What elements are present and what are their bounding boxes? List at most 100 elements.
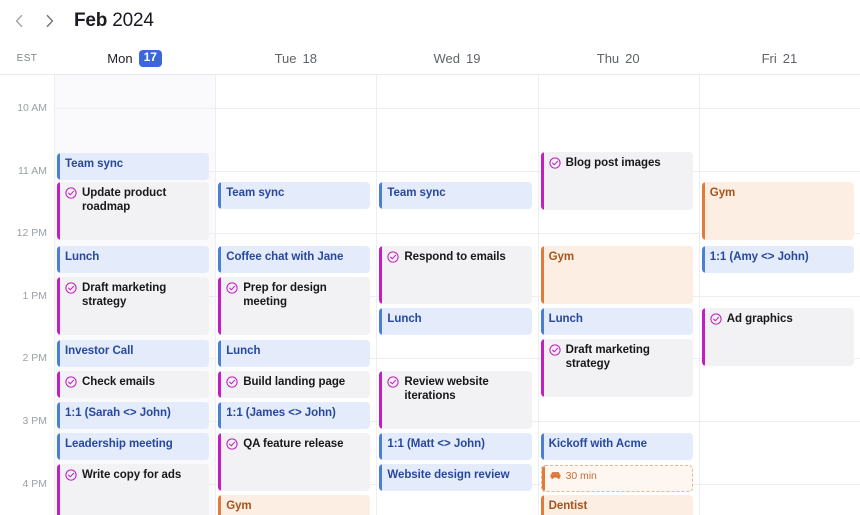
calendar-event[interactable]: Team sync xyxy=(218,182,371,209)
calendar-event[interactable]: Draft marketing strategy xyxy=(540,339,693,397)
event-accent-bar xyxy=(57,277,60,335)
calendar-event[interactable]: Prep for design meeting xyxy=(218,277,371,335)
event-accent-bar xyxy=(540,152,544,210)
task-complete-icon[interactable] xyxy=(226,438,238,450)
event-title: Leadership meeting xyxy=(65,438,173,450)
calendar-event[interactable]: 1:1 (James <> John) xyxy=(218,402,371,429)
calendar-event[interactable]: Lunch xyxy=(379,308,532,335)
chevron-left-icon xyxy=(15,14,22,28)
event-title: 30 min xyxy=(565,470,597,482)
hour-gridline xyxy=(54,108,860,109)
task-complete-icon[interactable] xyxy=(226,282,238,294)
hour-label: 11 AM xyxy=(18,164,47,177)
calendar-event[interactable]: Ad graphics xyxy=(701,308,854,366)
calendar-event[interactable]: Team sync xyxy=(57,153,210,180)
event-title: Build landing page xyxy=(243,376,346,388)
event-accent-bar xyxy=(57,246,60,273)
event-title: Lunch xyxy=(65,251,100,263)
task-complete-icon[interactable] xyxy=(548,344,561,356)
event-title: Team sync xyxy=(65,158,124,170)
event-accent-bar xyxy=(379,371,383,429)
event-accent-bar xyxy=(379,182,383,209)
event-accent-bar xyxy=(379,308,383,335)
calendar-event[interactable]: Kickoff with Acme xyxy=(540,433,693,460)
column-gridline xyxy=(376,75,378,515)
event-title: Lunch xyxy=(548,313,583,325)
event-title: Draft marketing strategy xyxy=(82,282,167,308)
day-number: 21 xyxy=(782,51,798,66)
event-accent-bar xyxy=(57,433,60,460)
calendar-event[interactable]: 1:1 (Matt <> John) xyxy=(379,433,532,460)
time-gutter: 10 AM 11 AM 12 PM 1 PM 2 PM 3 PM 4 PM xyxy=(0,75,54,515)
calendar-event[interactable]: Team sync xyxy=(379,182,532,209)
event-title: Kickoff with Acme xyxy=(548,438,647,450)
event-accent-bar xyxy=(701,308,705,366)
calendar-event[interactable]: Check emails xyxy=(57,371,210,398)
calendar-event[interactable]: Investor Call xyxy=(57,340,210,367)
event-title: Review website iterations xyxy=(404,376,489,402)
calendar-event[interactable]: Gym xyxy=(218,495,371,515)
event-title: Ad graphics xyxy=(726,313,793,325)
calendar-event[interactable]: Build landing page xyxy=(218,371,371,398)
day-name: Thu xyxy=(596,51,620,66)
calendar-event[interactable]: Review website iterations xyxy=(379,371,532,429)
calendar-event[interactable]: Lunch xyxy=(218,340,371,367)
task-complete-icon[interactable] xyxy=(226,376,238,388)
calendar-event[interactable]: Leadership meeting xyxy=(57,433,210,460)
event-title: 1:1 (Matt <> John) xyxy=(387,438,485,450)
calendar-event[interactable]: Gym xyxy=(701,182,854,240)
next-period-button[interactable] xyxy=(38,10,60,32)
day-header-tue[interactable]: Tue 18 xyxy=(215,42,376,75)
calendar-event[interactable]: Gym xyxy=(540,246,693,304)
event-title: Prep for design meeting xyxy=(243,282,327,308)
event-title: Blog post images xyxy=(565,157,661,169)
event-title: Coffee chat with Jane xyxy=(226,251,344,263)
event-title: Write copy for ads xyxy=(82,469,182,481)
hour-label: 10 AM xyxy=(17,102,47,114)
calendar-event[interactable]: Dentist xyxy=(540,495,693,515)
event-accent-bar xyxy=(218,495,222,515)
event-accent-bar xyxy=(540,495,544,515)
calendar-event[interactable]: Lunch xyxy=(540,308,693,335)
event-title: 1:1 (Amy <> John) xyxy=(709,251,809,263)
task-complete-icon[interactable] xyxy=(65,469,77,481)
event-title: QA feature release xyxy=(243,438,344,450)
day-header-wed[interactable]: Wed 19 xyxy=(376,42,537,75)
task-complete-icon[interactable] xyxy=(65,282,77,294)
day-header-fri[interactable]: Fri 21 xyxy=(699,42,860,75)
event-accent-bar xyxy=(540,308,544,335)
previous-period-button[interactable] xyxy=(8,10,30,32)
calendar-event[interactable]: Blog post images xyxy=(540,152,693,210)
calendar-event[interactable]: Respond to emails xyxy=(379,246,532,304)
calendar-event[interactable]: Draft marketing strategy xyxy=(57,277,210,335)
day-number: 18 xyxy=(302,51,317,66)
calendar-event[interactable]: 30 min xyxy=(540,465,693,492)
event-accent-bar xyxy=(540,433,544,460)
calendar-event[interactable]: Update product roadmap xyxy=(57,182,210,240)
event-accent-bar xyxy=(379,464,383,491)
task-complete-icon[interactable] xyxy=(387,376,400,388)
task-complete-icon[interactable] xyxy=(65,187,77,199)
calendar-event[interactable]: 1:1 (Sarah <> John) xyxy=(57,402,210,429)
calendar-event[interactable]: Write copy for ads xyxy=(57,464,210,515)
calendar-event[interactable]: Lunch xyxy=(57,246,210,273)
day-name: Fri xyxy=(761,51,777,66)
event-accent-bar xyxy=(57,371,60,398)
calendar-event[interactable]: Website design review xyxy=(379,464,532,491)
page-title: Feb 2024 xyxy=(74,10,154,32)
event-title: Investor Call xyxy=(65,345,134,357)
calendar-event[interactable]: Coffee chat with Jane xyxy=(218,246,371,273)
calendar-event[interactable]: 1:1 (Amy <> John) xyxy=(701,246,854,273)
event-title: Lunch xyxy=(226,345,261,357)
day-header-mon[interactable]: Mon 17 xyxy=(54,42,215,75)
event-accent-bar xyxy=(540,246,544,304)
event-title: Respond to emails xyxy=(404,251,506,263)
task-complete-icon[interactable] xyxy=(387,251,400,263)
calendar-event[interactable]: QA feature release xyxy=(218,433,371,491)
day-header-thu[interactable]: Thu 20 xyxy=(538,42,699,75)
day-number: 19 xyxy=(466,51,481,66)
day-number: 20 xyxy=(625,51,640,66)
task-complete-icon[interactable] xyxy=(710,313,722,325)
task-complete-icon[interactable] xyxy=(65,376,77,388)
task-complete-icon[interactable] xyxy=(548,157,561,169)
